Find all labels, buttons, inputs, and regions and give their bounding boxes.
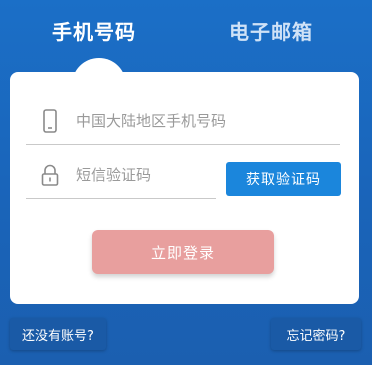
forgot-password-link[interactable]: 忘记密码? xyxy=(271,318,361,350)
phone-field xyxy=(26,98,340,145)
mobile-phone-icon xyxy=(40,109,60,133)
sms-code-input[interactable] xyxy=(76,152,211,198)
login-button[interactable]: 立即登录 xyxy=(92,230,274,274)
tab-phone-number[interactable]: 手机号码 xyxy=(52,16,136,45)
register-link[interactable]: 还没有账号? xyxy=(10,318,106,350)
active-tab-indicator xyxy=(72,58,126,88)
login-screen: 手机号码 电子邮箱 获取验证码 立即登录 还没有账号? 忘记密码? xyxy=(0,0,372,365)
phone-number-input[interactable] xyxy=(76,98,331,144)
sms-code-field xyxy=(26,152,216,199)
tab-email[interactable]: 电子邮箱 xyxy=(229,16,313,45)
lock-icon xyxy=(40,163,60,187)
get-code-button[interactable]: 获取验证码 xyxy=(226,162,341,196)
